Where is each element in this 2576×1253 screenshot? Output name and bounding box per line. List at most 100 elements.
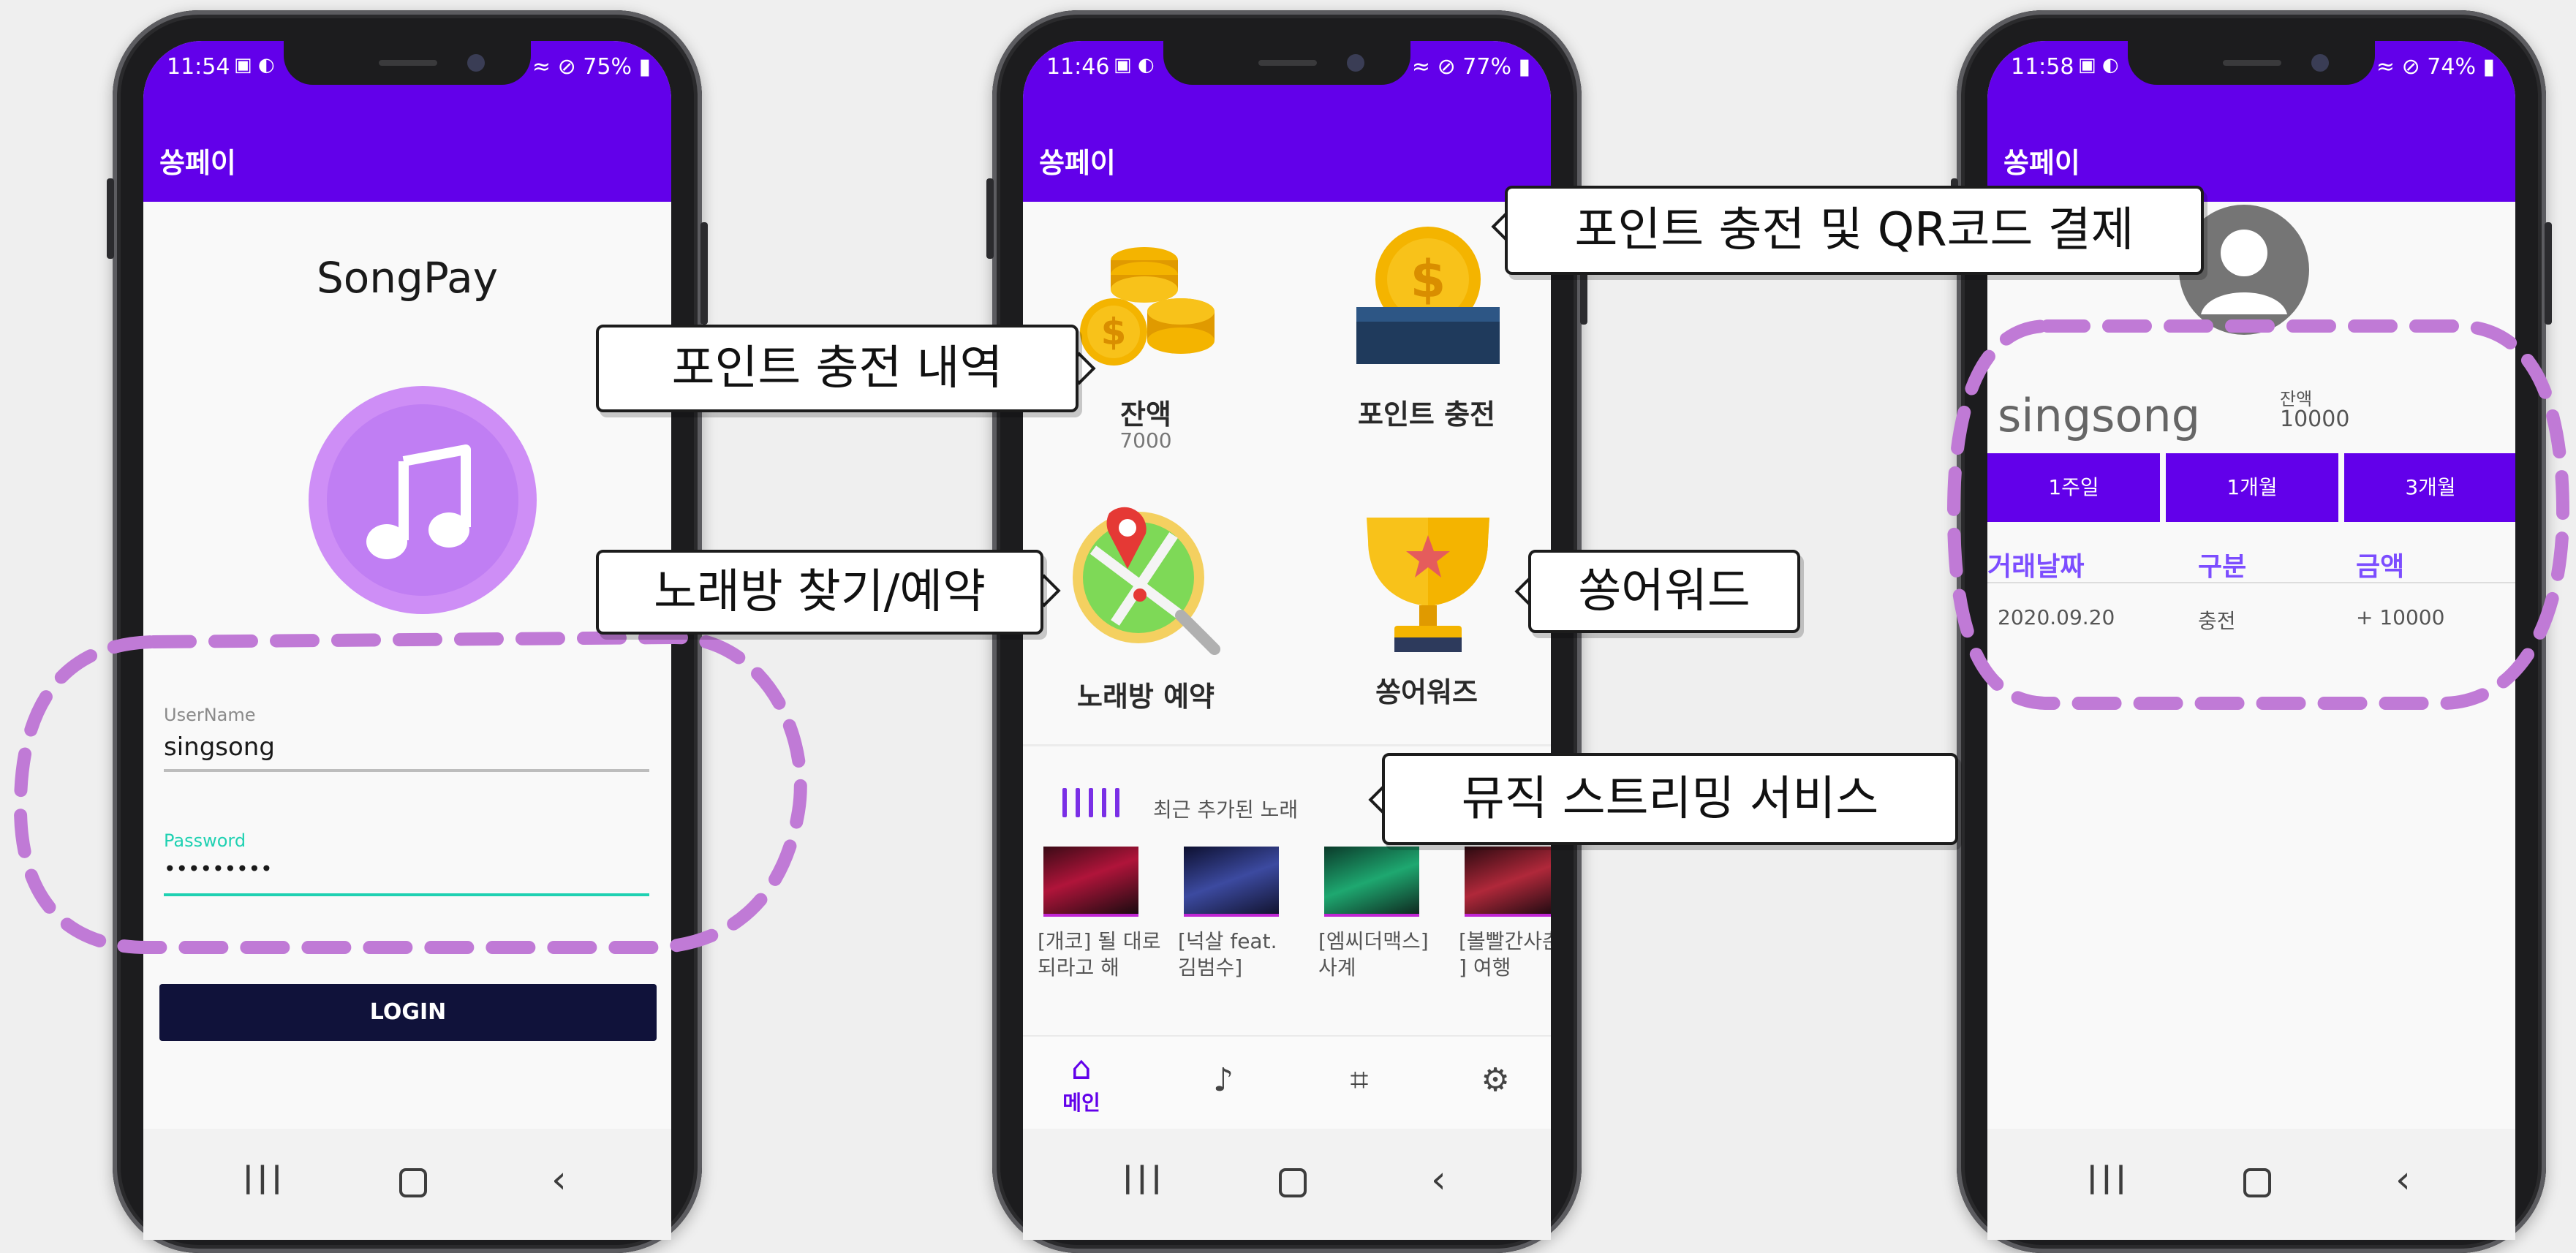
side-button <box>107 178 114 259</box>
back-button[interactable]: ‹ <box>1431 1158 1446 1202</box>
back-button[interactable]: ‹ <box>2395 1158 2411 1202</box>
callout-songward: 쏭어워드 <box>1528 550 1800 633</box>
system-nav-bar: ||| ‹ <box>1987 1129 2515 1240</box>
system-nav-bar: ||| ‹ <box>143 1129 671 1240</box>
login-button[interactable]: LOGIN <box>159 984 657 1041</box>
screen-login: 11:54 ▣ ◐ ≈ ⊘ 75% ▮ 쏭페이 SongPay UserName… <box>143 41 671 1240</box>
nav-music-tab[interactable]: ♪ <box>1179 1061 1267 1099</box>
home-icon: ⌂ <box>1071 1050 1092 1087</box>
tab-3-months[interactable]: 3개월 <box>2344 453 2515 522</box>
svg-text:$: $ <box>1101 311 1127 353</box>
recent-apps-button[interactable]: ||| <box>243 1161 286 1195</box>
side-button <box>986 178 994 259</box>
song-title: [넉살 feat. 김범수] <box>1178 929 1277 980</box>
status-time: 11:46 <box>1046 54 1110 80</box>
password-label: Password <box>164 830 246 851</box>
callout-streaming: 뮤직 스트리밍 서비스 <box>1382 753 1958 845</box>
column-header-date: 거래날짜 <box>1987 552 2085 582</box>
battery-level: 77% <box>1462 54 1511 80</box>
status-notification-icons: ▣ ◐ <box>1114 54 1155 76</box>
phone-main: 11:46 ▣ ◐ ≈ ⊘ 77% ▮ 쏭페이 $ 잔액 7000 $ 포인트 … <box>986 10 1587 1253</box>
tab-1-month[interactable]: 1개월 <box>2166 453 2338 522</box>
status-right: ≈ ⊘ 75% ▮ <box>532 54 651 80</box>
profile-username: singsong <box>1998 389 2201 442</box>
song-title: [볼빨간사춘 ] 여행 <box>1459 929 1551 980</box>
coin-charge-icon[interactable]: $ <box>1352 221 1503 367</box>
status-notification-icons: ▣ ◐ <box>2078 54 2119 76</box>
row-type: 충전 <box>2198 609 2236 633</box>
nav-qr-tab[interactable]: ⌗ <box>1315 1061 1403 1099</box>
map-pin-icon[interactable] <box>1071 506 1220 655</box>
song-card[interactable]: [개코] 될 대로 되라고 해 <box>1038 847 1176 981</box>
notch <box>284 41 531 85</box>
side-button <box>2545 222 2552 325</box>
home-button[interactable] <box>2243 1168 2271 1197</box>
column-header-amount: 금액 <box>2356 552 2405 582</box>
notch <box>2128 41 2375 85</box>
song-card[interactable]: [엠씨더맥스] 사계 <box>1318 847 1457 981</box>
app-logo-inner <box>327 404 518 596</box>
music-note-icon <box>366 444 471 559</box>
row-date: 2020.09.20 <box>1998 605 2115 629</box>
system-nav-bar: ||| ‹ <box>1023 1129 1551 1240</box>
back-button[interactable]: ‹ <box>551 1158 567 1202</box>
bottom-navigation: ⌂ 메인 ♪ ⌗ ⚙ <box>1023 1035 1551 1130</box>
password-field[interactable]: ••••••••• <box>164 857 273 881</box>
username-label: UserName <box>164 705 256 725</box>
tab-1-week[interactable]: 1주일 <box>1987 453 2160 522</box>
app-bar-title: 쏭페이 <box>159 147 236 179</box>
notch <box>1163 41 1410 85</box>
song-thumbnail <box>1465 847 1551 917</box>
battery-level: 75% <box>583 54 632 80</box>
app-bar: 쏭페이 <box>1023 92 1551 202</box>
password-underline <box>164 893 649 896</box>
nav-home-tab[interactable]: ⌂ 메인 <box>1038 1050 1125 1116</box>
music-note-icon: ♪ <box>1212 1061 1234 1099</box>
screen-main: 11:46 ▣ ◐ ≈ ⊘ 77% ▮ 쏭페이 $ 잔액 7000 $ 포인트 … <box>1023 41 1551 1240</box>
song-title: [엠씨더맥스] 사계 <box>1318 929 1429 980</box>
gear-icon: ⚙ <box>1481 1061 1510 1099</box>
charge-label: 포인트 충전 <box>1357 398 1496 431</box>
row-amount: + 10000 <box>2356 605 2445 629</box>
callout-charge-qr: 포인트 충전 및 QR코드 결제 <box>1505 186 2204 275</box>
username-underline <box>164 769 649 772</box>
karaoke-label: 노래방 예약 <box>1076 681 1215 713</box>
status-time: 11:54 <box>167 54 230 80</box>
status-time: 11:58 <box>2011 54 2074 80</box>
song-card[interactable]: [볼빨간사춘 ] 여행 <box>1459 847 1551 981</box>
app-bar-title: 쏭페이 <box>1039 147 1116 179</box>
recent-songs-label: 최근 추가된 노래 <box>1153 798 1299 822</box>
nav-settings-tab[interactable]: ⚙ <box>1451 1061 1539 1099</box>
song-card[interactable]: [넉살 feat. 김범수] <box>1178 847 1317 981</box>
table-header-rule <box>1987 582 2515 583</box>
status-right: ≈ ⊘ 74% ▮ <box>2376 54 2495 80</box>
username-field[interactable]: singsong <box>164 733 275 762</box>
home-button[interactable] <box>1279 1168 1307 1197</box>
qr-scan-icon: ⌗ <box>1350 1061 1369 1099</box>
status-right: ≈ ⊘ 77% ▮ <box>1411 54 1530 80</box>
song-thumbnail <box>1043 847 1138 917</box>
coins-icon[interactable]: $ <box>1071 231 1220 377</box>
callout-karaoke-search: 노래방 찾기/예약 <box>596 550 1043 635</box>
column-header-type: 구분 <box>2198 552 2247 582</box>
app-bar-title: 쏭페이 <box>2003 147 2080 179</box>
nav-home-label: 메인 <box>1062 1091 1100 1115</box>
equalizer-icon <box>1062 788 1128 820</box>
balance-value: 7000 <box>1119 428 1172 453</box>
song-thumbnail <box>1184 847 1279 917</box>
battery-level: 74% <box>2427 54 2476 80</box>
recent-apps-button[interactable]: ||| <box>2087 1161 2130 1195</box>
song-thumbnail <box>1324 847 1419 917</box>
app-bar: 쏭페이 <box>143 92 671 202</box>
section-divider <box>1023 744 1551 746</box>
recent-apps-button[interactable]: ||| <box>1122 1161 1166 1195</box>
status-notification-icons: ▣ ◐ <box>234 54 275 76</box>
side-button <box>700 222 708 325</box>
app-logo <box>309 386 537 614</box>
awards-label: 쏭어워즈 <box>1375 676 1478 708</box>
home-button[interactable] <box>399 1168 427 1197</box>
trophy-icon[interactable] <box>1353 509 1503 655</box>
song-title: [개코] 될 대로 되라고 해 <box>1038 929 1161 980</box>
app-name-title: SongPay <box>316 253 499 303</box>
svg-text:$: $ <box>1410 249 1446 309</box>
